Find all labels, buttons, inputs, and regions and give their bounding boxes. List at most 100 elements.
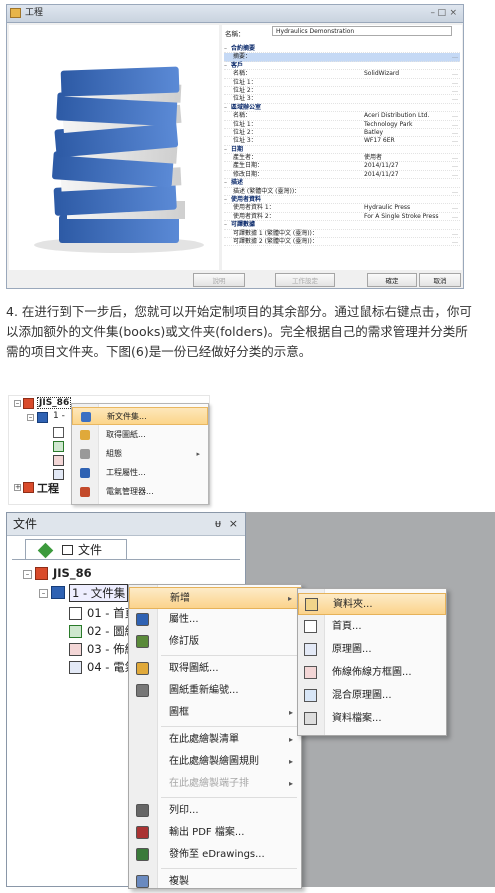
ellipsis-icon[interactable]: … <box>452 95 458 102</box>
pin-icon[interactable]: ᵾ <box>215 513 221 535</box>
collapse-toggle[interactable]: – <box>23 570 32 579</box>
property-group-row[interactable]: – 日期 <box>224 146 460 155</box>
ellipsis-icon[interactable]: … <box>452 137 458 144</box>
expand-toggle[interactable]: + <box>14 484 21 491</box>
property-value[interactable]: Hydraulic Press <box>364 204 410 211</box>
ellipsis-icon[interactable]: … <box>452 87 458 94</box>
context-menu-item[interactable]: 電氣管理器... <box>72 483 208 501</box>
group-collapse-toggle[interactable]: – <box>224 179 231 186</box>
reset-button[interactable]: 工作設定 <box>275 273 335 287</box>
property-row[interactable]: 名稱： SolidWizard… <box>224 70 460 79</box>
property-row[interactable]: 位址 1：… <box>224 79 460 87</box>
tab-documents[interactable]: 文件 <box>25 539 127 560</box>
property-value[interactable]: For A Single Stroke Press <box>364 213 438 220</box>
tree-root-label[interactable]: JIS_86 <box>53 566 92 580</box>
submenu-item[interactable]: 首頁... <box>298 616 446 638</box>
ellipsis-icon[interactable]: … <box>452 230 458 237</box>
ellipsis-icon[interactable]: … <box>452 204 458 211</box>
group-collapse-toggle[interactable]: – <box>224 146 231 153</box>
ellipsis-icon[interactable]: … <box>452 188 458 195</box>
ellipsis-icon[interactable]: … <box>452 238 458 245</box>
context-menu-item[interactable]: 發佈至 eDrawings... <box>129 844 301 866</box>
tree-book-label[interactable]: 1 - <box>53 411 65 421</box>
maximize-button[interactable]: □ <box>437 5 446 22</box>
context-menu-item[interactable]: 新增 ▸ <box>129 587 301 609</box>
property-value[interactable]: Batley <box>364 129 383 136</box>
ellipsis-icon[interactable]: … <box>452 79 458 86</box>
submenu-item[interactable]: 資料檔案... <box>298 708 446 730</box>
collapse-toggle[interactable]: – <box>27 414 34 421</box>
ellipsis-icon[interactable]: … <box>452 129 458 136</box>
context-menu-item[interactable]: 組態 ▸ <box>72 445 208 463</box>
property-value[interactable]: WF17 6ER <box>364 137 395 144</box>
property-row[interactable]: 使用者資料 1： Hydraulic Press… <box>224 204 460 213</box>
ellipsis-icon[interactable]: … <box>452 121 458 128</box>
ellipsis-icon[interactable]: … <box>452 162 458 169</box>
group-collapse-toggle[interactable]: – <box>224 62 231 69</box>
group-collapse-toggle[interactable]: – <box>224 104 231 111</box>
cancel-button[interactable]: 取消 <box>419 273 461 287</box>
context-menu-item[interactable]: 屬性... <box>129 609 301 631</box>
close-icon[interactable]: × <box>229 513 238 535</box>
ellipsis-icon[interactable]: … <box>452 70 458 77</box>
ellipsis-icon[interactable]: … <box>452 171 458 178</box>
context-menu-item[interactable]: 取得圖紙... <box>72 426 208 444</box>
context-menu-item[interactable]: 複製 <box>129 871 301 893</box>
tree-second-root-label[interactable]: 工程 <box>37 480 59 496</box>
group-collapse-toggle[interactable]: – <box>224 45 231 52</box>
property-row[interactable]: 可譯數據 2 (繁體中文 (臺灣))：… <box>224 238 460 247</box>
submenu-item[interactable]: 混合原理圖... <box>298 685 446 707</box>
ellipsis-icon[interactable]: … <box>452 213 458 220</box>
project-name-input[interactable]: Hydraulics Demonstration <box>272 26 452 36</box>
property-group-row[interactable]: – 客戶 <box>224 62 460 71</box>
context-menu-item[interactable]: 輸出 PDF 檔案... <box>129 822 301 844</box>
context-menu-item[interactable]: 圖紙重新編號... <box>129 680 301 702</box>
group-collapse-toggle[interactable]: – <box>224 196 231 203</box>
group-collapse-toggle[interactable]: – <box>224 221 231 228</box>
minimize-button[interactable]: – <box>431 5 436 22</box>
tree-root-label[interactable]: JIS_86 <box>37 397 72 409</box>
ellipsis-icon[interactable]: … <box>452 154 458 161</box>
property-group-row[interactable]: – 合約摘要 <box>224 45 460 54</box>
context-menu-item[interactable]: 列印... <box>129 800 301 822</box>
property-value[interactable]: SolidWizard <box>364 70 399 77</box>
property-value[interactable]: 使用者 <box>364 154 382 161</box>
submenu-item[interactable]: 原理圖... <box>298 639 446 661</box>
property-row[interactable]: 摘要：… <box>224 53 460 62</box>
property-row[interactable]: 名稱： Aceri Distribution Ltd.… <box>224 112 460 121</box>
property-row[interactable]: 使用者資料 2： For A Single Stroke Press… <box>224 213 460 222</box>
collapse-toggle[interactable]: – <box>14 400 21 407</box>
property-row[interactable]: 描述 (繁體中文 (臺灣))：… <box>224 188 460 197</box>
context-menu-item[interactable]: 圖框 ▸ <box>129 702 301 724</box>
tree-book-label[interactable]: 1 - 文件集 <box>69 584 129 602</box>
property-row[interactable]: 可譯數據 1 (繁體中文 (臺灣))：… <box>224 230 460 238</box>
property-row[interactable]: 修改日期： 2014/11/27… <box>224 171 460 180</box>
property-row[interactable]: 位址 2：… <box>224 87 460 96</box>
ellipsis-icon[interactable]: … <box>452 112 458 119</box>
ellipsis-icon[interactable]: … <box>452 53 458 60</box>
property-row[interactable]: 產生日期： 2014/11/27… <box>224 162 460 171</box>
property-row[interactable]: 位址 3：… <box>224 95 460 104</box>
property-row[interactable]: 位址 2： Batley… <box>224 129 460 138</box>
help-button[interactable]: 說明 <box>193 273 245 287</box>
context-menu-item[interactable]: 新文件集... <box>72 407 208 425</box>
property-group-row[interactable]: – 描述 <box>224 179 460 188</box>
ok-button[interactable]: 確定 <box>367 273 417 287</box>
property-value[interactable]: 2014/11/27 <box>364 171 399 178</box>
context-menu-item[interactable]: 工程屬性... <box>72 464 208 482</box>
collapse-toggle[interactable]: – <box>39 589 48 598</box>
property-row[interactable]: 位址 3： WF17 6ER… <box>224 137 460 146</box>
property-value[interactable]: Aceri Distribution Ltd. <box>364 112 429 119</box>
submenu-item[interactable]: 資料夾... <box>298 593 446 615</box>
property-value[interactable]: Technology Park <box>364 121 412 128</box>
property-value[interactable]: 2014/11/27 <box>364 162 399 169</box>
context-menu-item[interactable]: 在此處繪製清單 ▸ <box>129 729 301 751</box>
close-button[interactable]: × <box>449 5 457 22</box>
property-row[interactable]: 位址 1： Technology Park… <box>224 121 460 129</box>
property-group-row[interactable]: – 可譯數據 <box>224 221 460 230</box>
submenu-item[interactable]: 佈線佈線方框圖... <box>298 662 446 684</box>
property-group-row[interactable]: – 區域辦公室 <box>224 104 460 113</box>
context-menu-item[interactable]: 取得圖紙... <box>129 658 301 680</box>
context-menu-item[interactable]: 修訂版 <box>129 631 301 653</box>
context-menu-item[interactable]: 在此處繪製繪圖規則 ▸ <box>129 751 301 773</box>
